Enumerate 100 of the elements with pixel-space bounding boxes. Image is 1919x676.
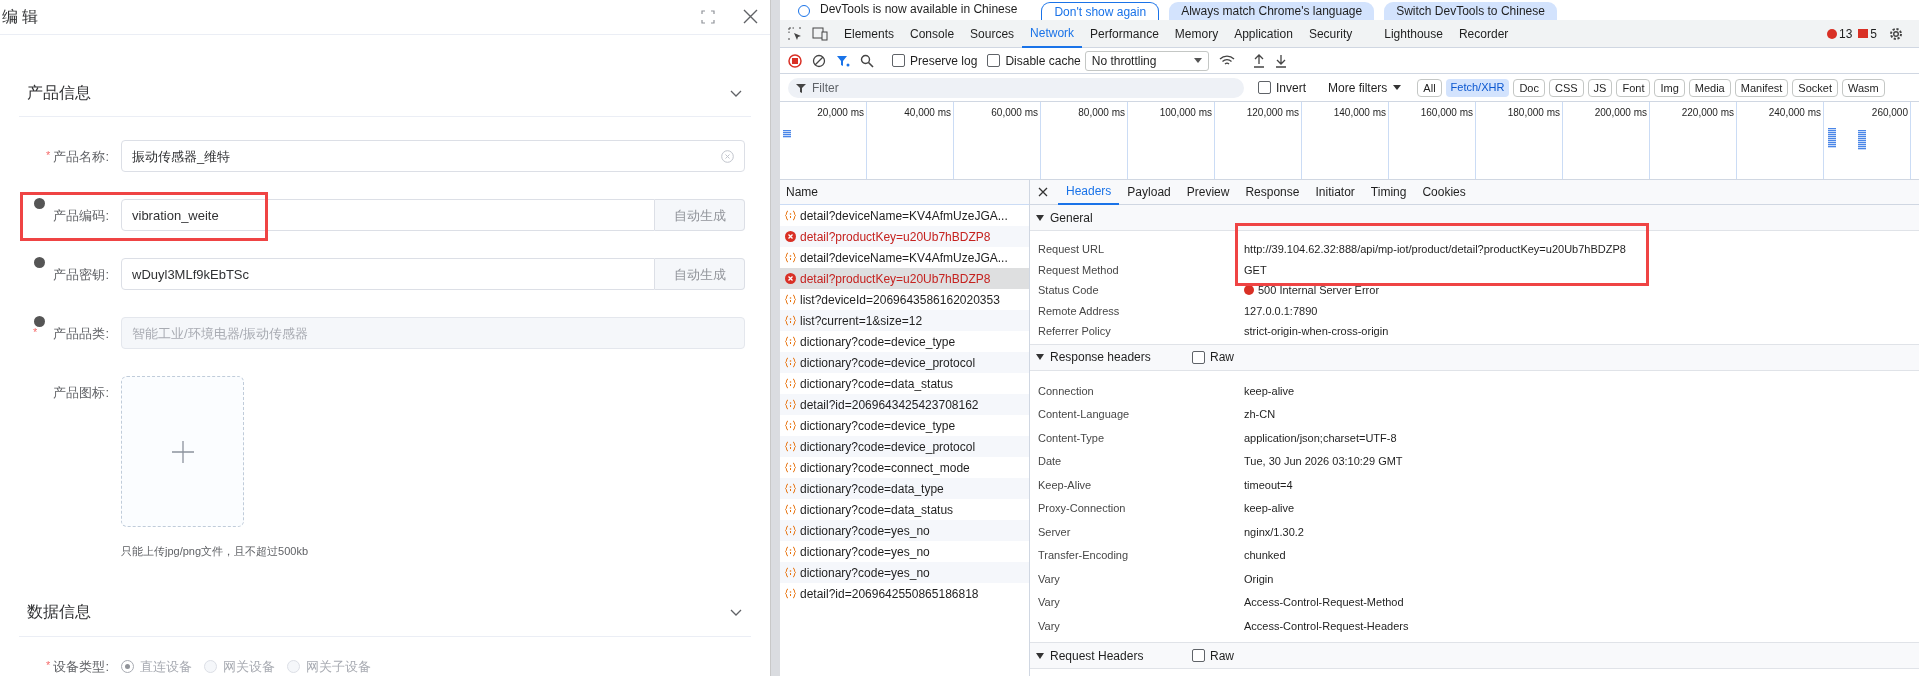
filter-chip[interactable]: Manifest (1734, 78, 1789, 97)
checkbox-label[interactable]: Disable cache (1005, 51, 1081, 70)
filter-chip[interactable]: Fetch/XHR (1445, 78, 1510, 97)
radio-button[interactable] (121, 659, 134, 673)
section-header[interactable]: 数据信息 (19, 588, 751, 637)
timeline-bars-drawing (1858, 130, 1866, 150)
checkbox-label[interactable]: Preserve log (910, 51, 978, 70)
detail-tab[interactable]: Payload (1119, 179, 1179, 205)
record-icon[interactable] (788, 53, 802, 68)
banner-button[interactable]: Switch DevTools to Chinese (1384, 2, 1557, 20)
devtools-tab[interactable]: Console (902, 19, 963, 48)
request-row[interactable]: dictionary?code=device_protocol (780, 352, 1029, 373)
devtools-tab[interactable]: Network (1022, 19, 1083, 48)
xhr-icon (785, 567, 796, 578)
settings-icon[interactable] (1889, 26, 1903, 41)
request-row[interactable]: dictionary?code=device_protocol (780, 436, 1029, 457)
header-value: Origin (1244, 571, 1274, 587)
checkbox[interactable] (892, 54, 905, 67)
disclosure-triangle[interactable] (1036, 214, 1044, 221)
section-header[interactable]: 产品信息 (19, 68, 751, 118)
devtools-tab[interactable]: Recorder (1450, 19, 1517, 48)
header-value: zh-CN (1244, 407, 1276, 422)
close-icon[interactable] (743, 9, 758, 25)
required-asterisk: * (46, 148, 51, 164)
filter-chip[interactable]: Font (1616, 78, 1651, 97)
plus-icon (171, 441, 194, 463)
checkbox[interactable] (1258, 81, 1271, 94)
detail-tab[interactable]: Preview (1178, 179, 1238, 205)
xhr-icon (785, 462, 796, 473)
request-row[interactable]: detail?productKey=u20Ub7hBDZP8 (780, 226, 1029, 247)
checkbox[interactable] (1192, 649, 1205, 662)
xhr-icon (785, 504, 796, 515)
devtools-tab[interactable]: Sources (962, 19, 1023, 48)
devtools-tab[interactable]: Application (1226, 19, 1301, 48)
devtools-tab[interactable]: Security (1300, 19, 1361, 48)
download-icon[interactable] (1274, 53, 1287, 68)
xhr-icon (785, 588, 796, 599)
timeline-tick: 20,000 ms (817, 106, 864, 120)
request-row[interactable]: dictionary?code=data_type (780, 478, 1029, 499)
xhr-icon (785, 483, 796, 494)
xhr-icon (785, 357, 796, 368)
checkbox[interactable] (987, 54, 1001, 67)
header-name: Proxy-Connection (1038, 501, 1127, 516)
header-name: Transfer-Encoding (1038, 548, 1130, 563)
detail-tab[interactable]: Initiator (1307, 179, 1363, 205)
text-input[interactable]: vibration_weite (121, 199, 655, 232)
filter-chip[interactable]: JS (1587, 78, 1613, 97)
checkbox-label[interactable]: Invert (1276, 78, 1306, 97)
filter-chip[interactable]: Doc (1513, 78, 1545, 97)
section-title: General (1050, 209, 1094, 227)
upload-icon[interactable] (1252, 53, 1265, 68)
request-row[interactable]: list?current=1&size=12 (780, 310, 1029, 331)
detail-tab[interactable]: Response (1237, 179, 1308, 205)
more-filters-button[interactable]: More filters (1328, 78, 1402, 97)
error-counter[interactable]: 13 (1826, 24, 1853, 43)
filter-chip[interactable]: Img (1654, 78, 1685, 97)
checkbox[interactable] (1192, 350, 1205, 364)
search-icon[interactable] (860, 53, 874, 68)
request-row[interactable]: dictionary?code=yes_no (780, 562, 1029, 583)
filter-chip[interactable]: CSS (1548, 78, 1584, 97)
xhr-icon (785, 420, 796, 431)
xhr-icon (785, 441, 796, 452)
filter-icon[interactable] (836, 53, 850, 68)
text-input[interactable]: wDuyl3MLf9kEbTSc (121, 258, 655, 291)
header-name: Vary (1038, 595, 1061, 610)
timeline-tick: 140,000 ms (1333, 106, 1386, 120)
disclosure-triangle[interactable] (1036, 354, 1044, 360)
section-title: Response headers (1050, 349, 1152, 366)
checkbox-label[interactable]: Raw (1210, 646, 1234, 665)
filter-chip[interactable]: Socket (1792, 78, 1838, 97)
devtools-tab[interactable]: Elements (836, 19, 903, 48)
header-name: Request Method (1038, 262, 1120, 278)
devtools-tab[interactable]: Lighthouse (1376, 19, 1451, 48)
throttling-dropdown[interactable]: No throttling (1084, 50, 1209, 71)
detail-tab[interactable]: Timing (1362, 179, 1415, 205)
devtools-tab[interactable]: Performance (1082, 19, 1167, 48)
field-label: 产品密钥: (53, 266, 109, 285)
request-row[interactable]: detail?id=2069643425423708162 (780, 394, 1029, 415)
header-value: 127.0.0.1:7890 (1244, 303, 1318, 319)
filter-chip[interactable]: All (1417, 78, 1442, 97)
devtools-tab[interactable]: Memory (1166, 19, 1227, 48)
text-input[interactable]: 振动传感器_维特 (121, 140, 745, 173)
column-header[interactable]: Name (780, 180, 1029, 205)
banner-button[interactable]: Always match Chrome's language (1169, 2, 1375, 20)
checkbox-label[interactable]: Raw (1210, 348, 1234, 366)
device-toolbar-icon[interactable] (812, 26, 828, 41)
request-row[interactable]: detail?productKey=u20Ub7hBDZP8 (780, 268, 1029, 289)
request-row[interactable]: dictionary?code=yes_no (780, 520, 1029, 541)
xhr-icon (785, 525, 796, 536)
filter-input[interactable]: Filter (788, 77, 1244, 98)
filter-chip[interactable]: Media (1688, 78, 1731, 97)
detail-tab[interactable]: Cookies (1414, 179, 1474, 205)
header-value: Tue, 30 Jun 2026 03:10:29 GMT (1244, 454, 1403, 469)
filter-chip[interactable]: Wasm (1841, 78, 1885, 97)
xhr-icon (785, 252, 796, 263)
close-icon[interactable] (1038, 187, 1048, 197)
clear-icon[interactable] (812, 53, 826, 68)
inspect-icon[interactable] (788, 26, 802, 41)
disclosure-triangle[interactable] (1036, 652, 1044, 659)
issue-counter[interactable]: 5 (1858, 24, 1877, 43)
